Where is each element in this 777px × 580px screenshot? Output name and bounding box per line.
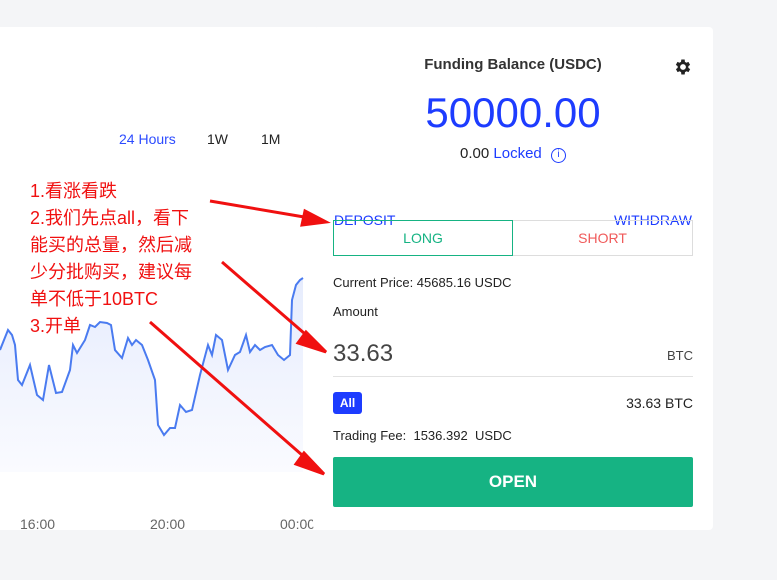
annotation-arrows xyxy=(149,199,331,476)
arrow-to-amount xyxy=(221,260,313,342)
arrow-head-icon xyxy=(300,208,331,227)
arrow-to-open xyxy=(149,320,311,464)
arrow-head-icon xyxy=(295,329,328,354)
arrow-head-icon xyxy=(293,450,326,476)
arrow-to-long xyxy=(209,199,311,220)
